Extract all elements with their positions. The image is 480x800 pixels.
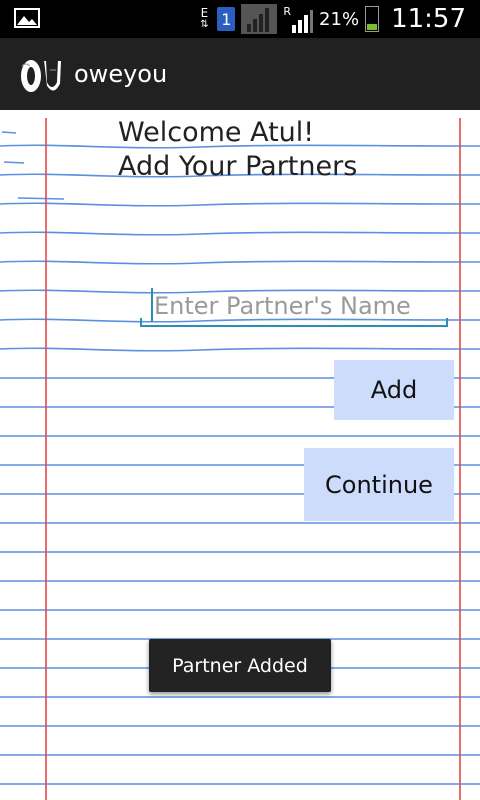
ruled-line	[0, 231, 480, 236]
clock: 11:57	[391, 4, 466, 34]
action-bar	[0, 38, 480, 110]
picture-notification-icon	[14, 8, 40, 28]
welcome-greeting: Welcome Atul!	[118, 117, 315, 148]
welcome-instruction: Add Your Partners	[118, 151, 358, 182]
app-logo-icon[interactable]	[16, 52, 68, 98]
ruled-line	[0, 347, 480, 352]
partner-name-input[interactable]	[140, 286, 454, 326]
ruled-line-dash	[17, 197, 65, 200]
add-button[interactable]: Add	[334, 360, 454, 420]
text-cursor	[151, 288, 153, 322]
app-title: oweyou	[74, 60, 168, 88]
ruled-line	[0, 260, 480, 265]
ruled-line-dash	[1, 131, 17, 134]
status-bar: E ⇅ 1 R 21% 11:57	[0, 0, 480, 38]
welcome-message: Welcome Atul! Add Your Partners	[118, 116, 357, 184]
sim-slot-icon: 1	[217, 7, 236, 31]
roaming-signal-icon: R	[283, 5, 314, 33]
signal-strength-icon	[241, 4, 278, 34]
data-activity-icon: E ⇅	[200, 6, 209, 30]
battery-icon	[365, 6, 380, 32]
status-icons: E ⇅ 1 R 21% 11:57	[197, 2, 466, 36]
continue-button[interactable]: Continue	[304, 448, 454, 521]
ruled-line-dash	[3, 161, 25, 164]
input-underline	[140, 325, 448, 327]
partner-name-field[interactable]	[140, 286, 454, 330]
ruled-line	[0, 202, 480, 207]
input-underline-right-tick	[446, 318, 448, 327]
toast-message: Partner Added	[149, 639, 331, 692]
input-underline-left-tick	[140, 318, 142, 327]
battery-percent: 21%	[319, 8, 360, 30]
